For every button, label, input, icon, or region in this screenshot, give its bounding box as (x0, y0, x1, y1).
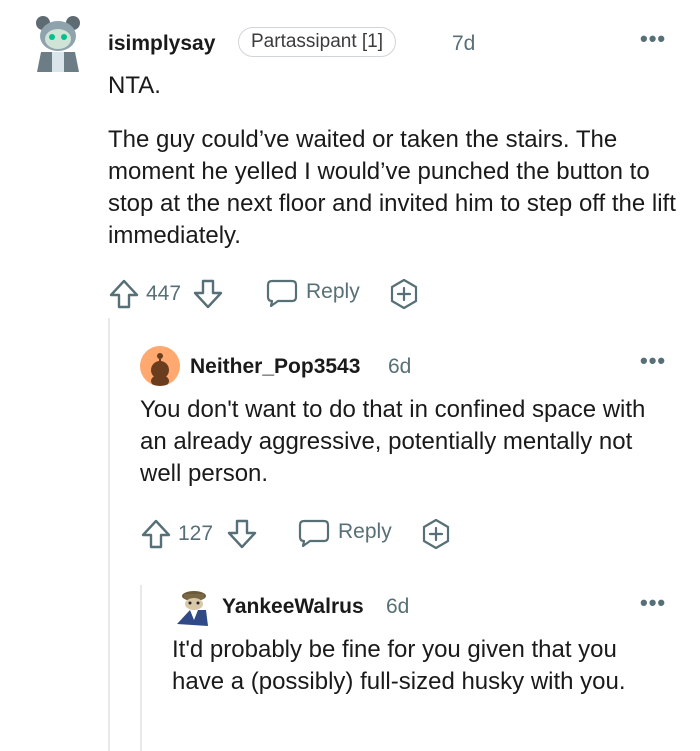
comment-body: You don't want to do that in confined sp… (140, 396, 646, 487)
comment-body: It'd probably be fine for you given that… (172, 636, 626, 695)
comment-age[interactable]: 7d (452, 32, 475, 56)
comment-paragraph: The guy could’ve waited or taken the sta… (108, 126, 676, 249)
award-button[interactable] (388, 278, 420, 315)
upvote-button[interactable] (108, 278, 140, 315)
downvote-arrow-icon (193, 279, 223, 309)
comment-username[interactable]: YankeeWalrus (222, 595, 364, 619)
reply-label: Reply (338, 520, 392, 543)
user-flair: Partassipant [1] (238, 27, 397, 57)
downvote-arrow-icon (227, 519, 257, 549)
avatar[interactable] (140, 346, 180, 386)
upvote-arrow-icon (109, 279, 139, 309)
comment-username[interactable]: Neither_Pop3543 (190, 355, 360, 379)
walrus-avatar-icon (172, 588, 212, 628)
award-plus-icon (422, 518, 450, 550)
vote-score: 127 (178, 522, 214, 545)
reply-bubble-icon (298, 519, 330, 548)
thread-line[interactable] (140, 585, 142, 751)
award-button[interactable] (420, 518, 452, 555)
more-options-icon[interactable]: ••• (640, 26, 666, 52)
more-options-icon[interactable]: ••• (640, 590, 666, 616)
avatar[interactable] (172, 588, 212, 628)
reply-bubble-icon (266, 279, 298, 308)
downvote-button[interactable] (226, 518, 258, 555)
downvote-button[interactable] (192, 278, 224, 315)
snoo-avatar-icon (32, 12, 84, 72)
vote-score: 447 (146, 282, 182, 305)
reply-button[interactable]: Reply (298, 516, 408, 550)
award-plus-icon (390, 278, 418, 310)
default-snoo-icon (140, 346, 180, 386)
comment-paragraph: NTA. (108, 72, 161, 99)
more-options-icon[interactable]: ••• (640, 348, 666, 374)
thread-line[interactable] (108, 318, 110, 751)
reply-button[interactable]: Reply (266, 276, 376, 310)
reply-label: Reply (306, 280, 360, 303)
comment-body: NTA. The guy could’ve waited or taken th… (108, 70, 678, 252)
comment-username[interactable]: isimplysay (108, 32, 215, 56)
comment-age[interactable]: 6d (388, 355, 411, 379)
comment-age[interactable]: 6d (386, 595, 409, 619)
upvote-button[interactable] (140, 518, 172, 555)
avatar[interactable] (32, 12, 84, 72)
upvote-arrow-icon (141, 519, 171, 549)
